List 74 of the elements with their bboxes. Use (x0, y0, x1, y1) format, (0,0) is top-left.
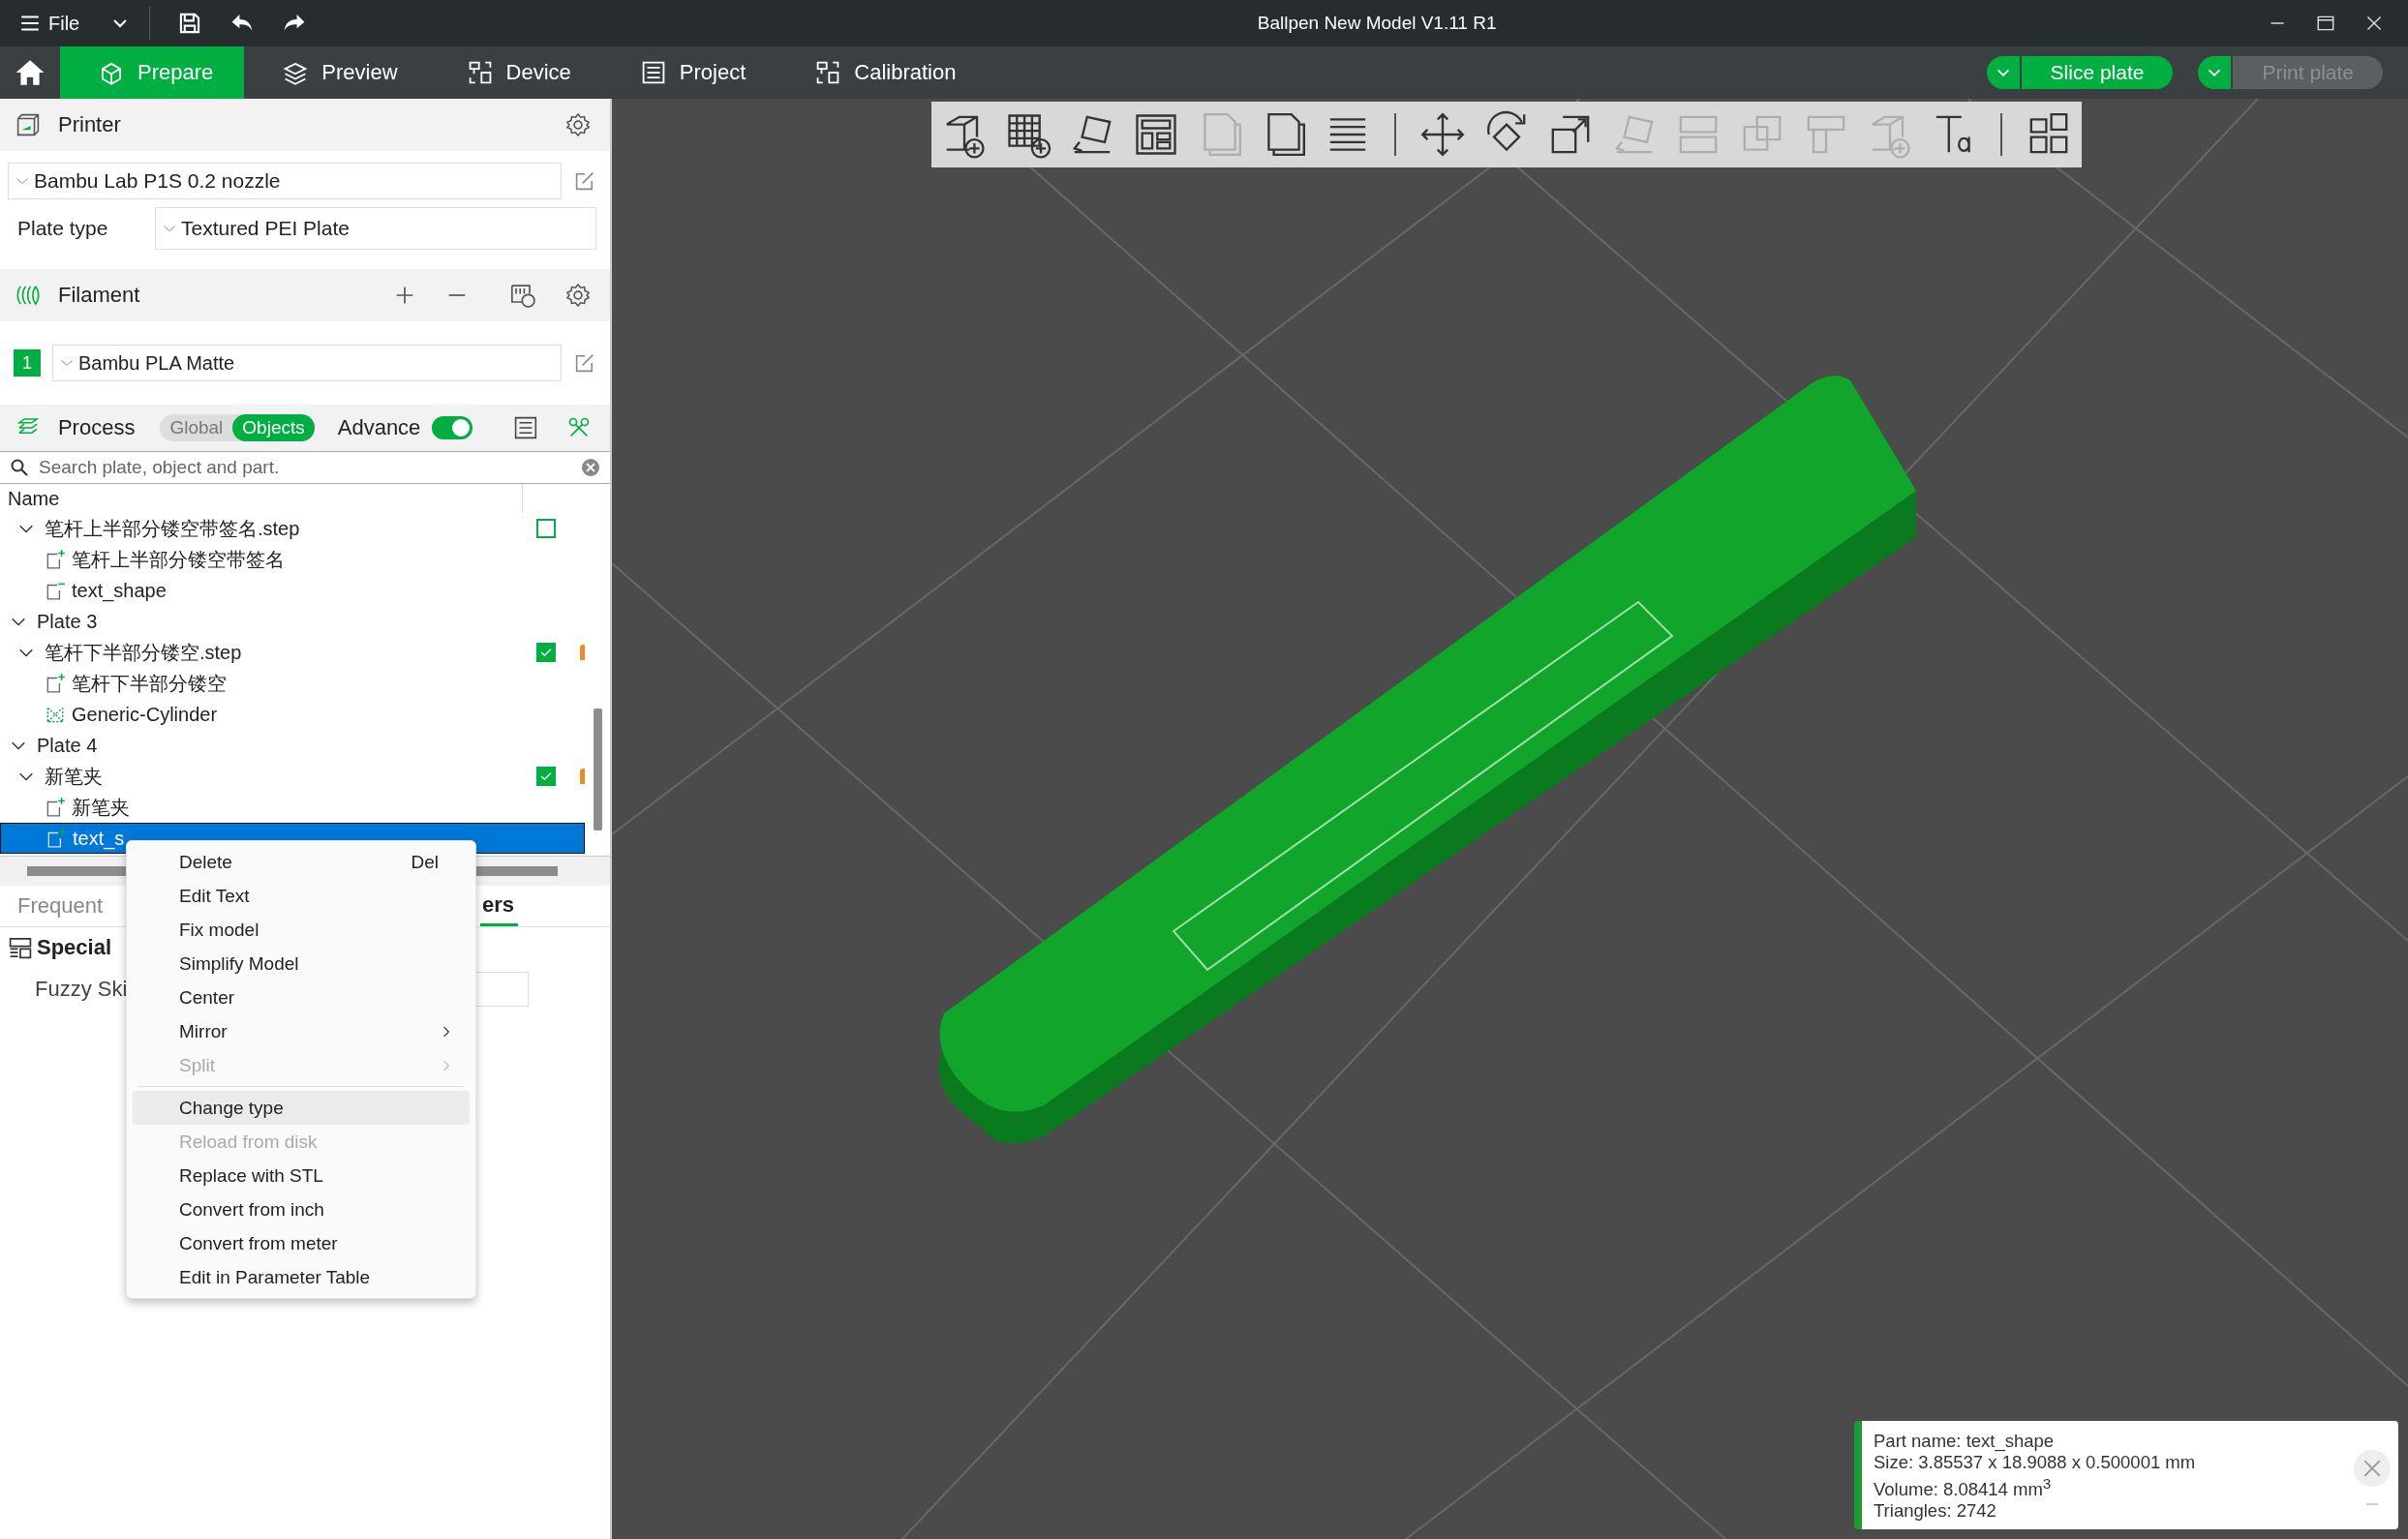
device-icon (467, 60, 493, 85)
settings-tab[interactable]: ers (480, 886, 519, 926)
group-title: Special (37, 935, 112, 960)
checkbox[interactable] (536, 643, 556, 662)
advance-label: Advance (337, 415, 421, 440)
file-menu[interactable]: File (15, 8, 84, 39)
scrollbar-thumb[interactable] (594, 709, 602, 830)
minus-icon (2364, 1502, 2380, 1506)
tree-item[interactable]: 笔杆上半部分镂空带签名.step (45, 515, 300, 542)
edit-icon[interactable] (573, 169, 596, 193)
part-icon (46, 828, 67, 849)
tree-item[interactable]: 笔杆上半部分镂空带签名 (72, 546, 285, 573)
printer-select[interactable]: Bambu Lab P1S 0.2 nozzle (8, 163, 562, 199)
menu-item[interactable]: Replace with STL (133, 1159, 470, 1192)
search-icon (10, 458, 29, 477)
nav-tab[interactable]: Calibration (777, 46, 988, 99)
menu-item[interactable]: Change type (133, 1091, 470, 1125)
section-title: Process (57, 415, 136, 440)
printer-icon (15, 112, 41, 137)
info-text: Triangles: 2742 (1874, 1500, 1997, 1523)
info-text: Volume: 8.08414 mm$^{3}$ (1874, 1474, 2053, 1501)
setting-label: Fuzzy Ski (35, 977, 128, 1002)
checkbox[interactable] (536, 767, 556, 786)
plate-type-label: Plate type (16, 217, 109, 240)
filament-select[interactable]: Bambu PLA Matte (52, 345, 562, 381)
edit-icon[interactable] (573, 351, 596, 375)
tree-item[interactable]: text_s (73, 827, 125, 850)
nav-tab[interactable]: Device (428, 46, 602, 99)
cube-icon (99, 60, 124, 85)
section-title: Printer (58, 112, 121, 137)
nav-tab[interactable]: Preview (244, 46, 429, 99)
nav-tab[interactable]: Project (601, 46, 777, 99)
dropdown-button[interactable] (2198, 56, 2232, 89)
menu-item[interactable]: Center (133, 981, 470, 1014)
settings-icon[interactable] (565, 112, 591, 137)
column-header: Name (8, 487, 61, 510)
dropdown-button[interactable] (1986, 56, 2020, 89)
info-text: Part name: text_shape (1874, 1431, 2056, 1452)
menu-item[interactable]: Delete Del (133, 845, 470, 879)
section-title: Filament (58, 283, 140, 308)
part-icon (45, 797, 66, 818)
menu-item[interactable]: Convert from inch (133, 1192, 470, 1226)
menu-item[interactable]: Edit Text (133, 879, 470, 913)
clear-icon[interactable] (581, 458, 600, 477)
tree-item[interactable]: Plate 3 (37, 610, 98, 633)
info-text: Size: 3.85537 x 18.9088 x 0.500001 mm (1874, 1452, 2197, 1473)
window-title: Ballpen New Model V1.11 R1 (1256, 13, 1498, 34)
device-icon (815, 60, 841, 85)
menu-item[interactable]: Fix model (133, 913, 470, 947)
menu-item[interactable]: Simplify Model (133, 947, 470, 981)
checkbox[interactable] (536, 519, 556, 538)
part-icon (45, 673, 66, 694)
menu-item[interactable]: Edit in Parameter Table (133, 1260, 470, 1294)
close-button[interactable] (2354, 1450, 2391, 1487)
tree-item[interactable]: 新笔夹 (72, 794, 130, 821)
layers-icon (283, 60, 309, 85)
search-field[interactable]: Search plate, object and part. (37, 456, 573, 479)
plate-type-select[interactable]: Textured PEI Plate (155, 207, 596, 250)
settings-group-icon (8, 935, 33, 960)
menu-item[interactable]: Convert from meter (133, 1226, 470, 1260)
tree-item[interactable]: text_shape (72, 579, 167, 602)
tree-item[interactable]: 笔杆下半部分镂空 (72, 670, 227, 697)
tree-item[interactable]: 新笔夹 (45, 763, 103, 790)
settings-icon[interactable] (565, 283, 591, 308)
list-icon (640, 60, 666, 85)
tree-item[interactable]: Plate 4 (37, 734, 98, 757)
settings-tab[interactable]: Frequent (0, 886, 121, 926)
part-icon (45, 549, 66, 570)
tree-item[interactable]: Generic-Cylinder (72, 703, 218, 726)
menu-item[interactable]: Mirror (133, 1014, 470, 1048)
list-icon[interactable] (513, 415, 539, 440)
advance-switch[interactable] (432, 416, 473, 439)
menu-icon (19, 13, 41, 34)
tree-item[interactable]: 笔杆下半部分镂空.step (45, 639, 242, 666)
